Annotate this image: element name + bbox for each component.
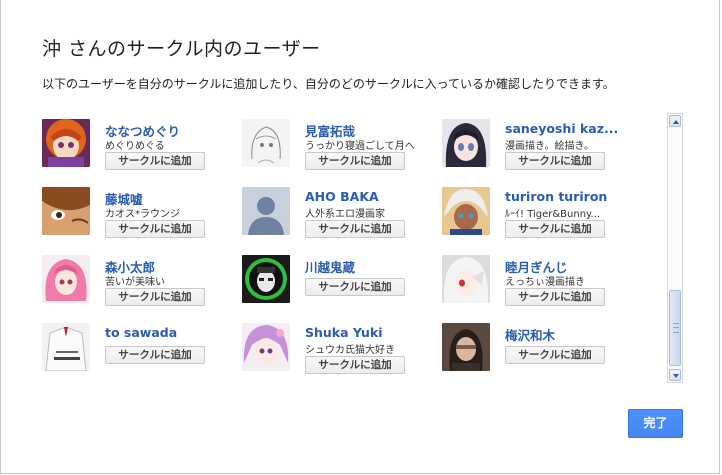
user-card: Shuka Yuki シュウカ氏猫大好き サークルに追加 <box>242 323 442 383</box>
user-avatar[interactable] <box>42 119 90 167</box>
user-name[interactable]: 梅沢和木 <box>505 325 555 344</box>
dialog-title: 沖 さんのサークル内のユーザー <box>42 38 321 60</box>
user-avatar[interactable] <box>442 119 490 167</box>
user-card: turiron turiron ﾙｰｲ! Tiger&Bunny... サークル… <box>442 187 642 247</box>
user-name[interactable]: turiron turiron <box>505 189 607 204</box>
user-avatar[interactable] <box>242 187 290 235</box>
user-description: 漫画描き。絵描き。 <box>505 141 594 152</box>
user-card: 川越鬼蔵 サークルに追加 <box>242 255 442 315</box>
add-to-circle-button[interactable]: サークルに追加 <box>305 356 405 374</box>
scroll-down-arrow-icon[interactable] <box>669 369 681 381</box>
user-description: 人外系エロ漫画家 <box>305 209 385 220</box>
user-description: 苦いが美味い <box>105 277 165 288</box>
add-to-circle-button[interactable]: サークルに追加 <box>305 220 405 238</box>
user-card: 森小太郎 苦いが美味い サークルに追加 <box>42 255 242 315</box>
user-list-scrollbar[interactable] <box>667 113 683 383</box>
user-name[interactable]: saneyoshi kaz... <box>505 121 618 136</box>
user-description: シュウカ氏猫大好き <box>305 345 395 356</box>
scroll-up-arrow-icon[interactable] <box>669 115 681 127</box>
user-name[interactable]: AHO BAKA <box>305 189 379 204</box>
user-card: 梅沢和木 サークルに追加 <box>442 323 642 383</box>
add-to-circle-button[interactable]: サークルに追加 <box>305 152 405 170</box>
user-avatar[interactable] <box>42 323 90 371</box>
user-avatar[interactable] <box>42 187 90 235</box>
circle-users-dialog: 沖 さんのサークル内のユーザー 以下のユーザーを自分のサークルに追加したり、自分… <box>0 0 720 474</box>
user-name[interactable]: 川越鬼蔵 <box>305 257 355 276</box>
add-to-circle-button[interactable]: サークルに追加 <box>105 152 205 170</box>
user-avatar[interactable] <box>242 323 290 371</box>
user-card: saneyoshi kaz... 漫画描き。絵描き。 サークルに追加 <box>442 119 642 179</box>
add-to-circle-button[interactable]: サークルに追加 <box>105 346 205 364</box>
add-to-circle-button[interactable]: サークルに追加 <box>505 346 605 364</box>
user-description: めぐりめぐる <box>105 141 165 152</box>
dialog-subtitle: 以下のユーザーを自分のサークルに追加したり、自分のどのサークルに入っているか確認… <box>42 77 615 91</box>
user-avatar[interactable] <box>442 323 490 371</box>
user-card: ななつめぐり めぐりめぐる サークルに追加 <box>42 119 242 179</box>
add-to-circle-button[interactable]: サークルに追加 <box>105 288 205 306</box>
user-avatar[interactable] <box>442 187 490 235</box>
user-card: to sawada サークルに追加 <box>42 323 242 383</box>
user-name[interactable]: Shuka Yuki <box>305 325 383 340</box>
user-card: 睦月ぎんじ えっちぃ漫画描き サークルに追加 <box>442 255 642 315</box>
user-card: 藤城嘘 カオス*ラウンジ サークルに追加 <box>42 187 242 247</box>
user-description: うっかり寝過ごして月へ <box>305 141 415 152</box>
add-to-circle-button[interactable]: サークルに追加 <box>505 288 605 306</box>
add-to-circle-button[interactable]: サークルに追加 <box>505 220 605 238</box>
user-name[interactable]: to sawada <box>105 325 177 340</box>
user-description: ﾙｰｲ! Tiger&Bunny... <box>505 209 601 220</box>
user-avatar[interactable] <box>42 255 90 303</box>
add-to-circle-button[interactable]: サークルに追加 <box>505 152 605 170</box>
user-list[interactable]: ななつめぐり めぐりめぐる サークルに追加 見富拓哉 うっかり寝過ごして月へ サ… <box>42 115 662 385</box>
user-card: AHO BAKA 人外系エロ漫画家 サークルに追加 <box>242 187 442 247</box>
user-avatar[interactable] <box>242 255 290 303</box>
user-description: カオス*ラウンジ <box>105 209 180 220</box>
add-to-circle-button[interactable]: サークルに追加 <box>305 278 405 296</box>
scrollbar-thumb[interactable] <box>669 290 681 366</box>
user-avatar[interactable] <box>242 119 290 167</box>
done-button[interactable]: 完了 <box>628 409 683 438</box>
user-avatar[interactable] <box>442 255 490 303</box>
user-description: えっちぃ漫画描き <box>505 277 585 288</box>
user-card: 見富拓哉 うっかり寝過ごして月へ サークルに追加 <box>242 119 442 179</box>
add-to-circle-button[interactable]: サークルに追加 <box>105 220 205 238</box>
